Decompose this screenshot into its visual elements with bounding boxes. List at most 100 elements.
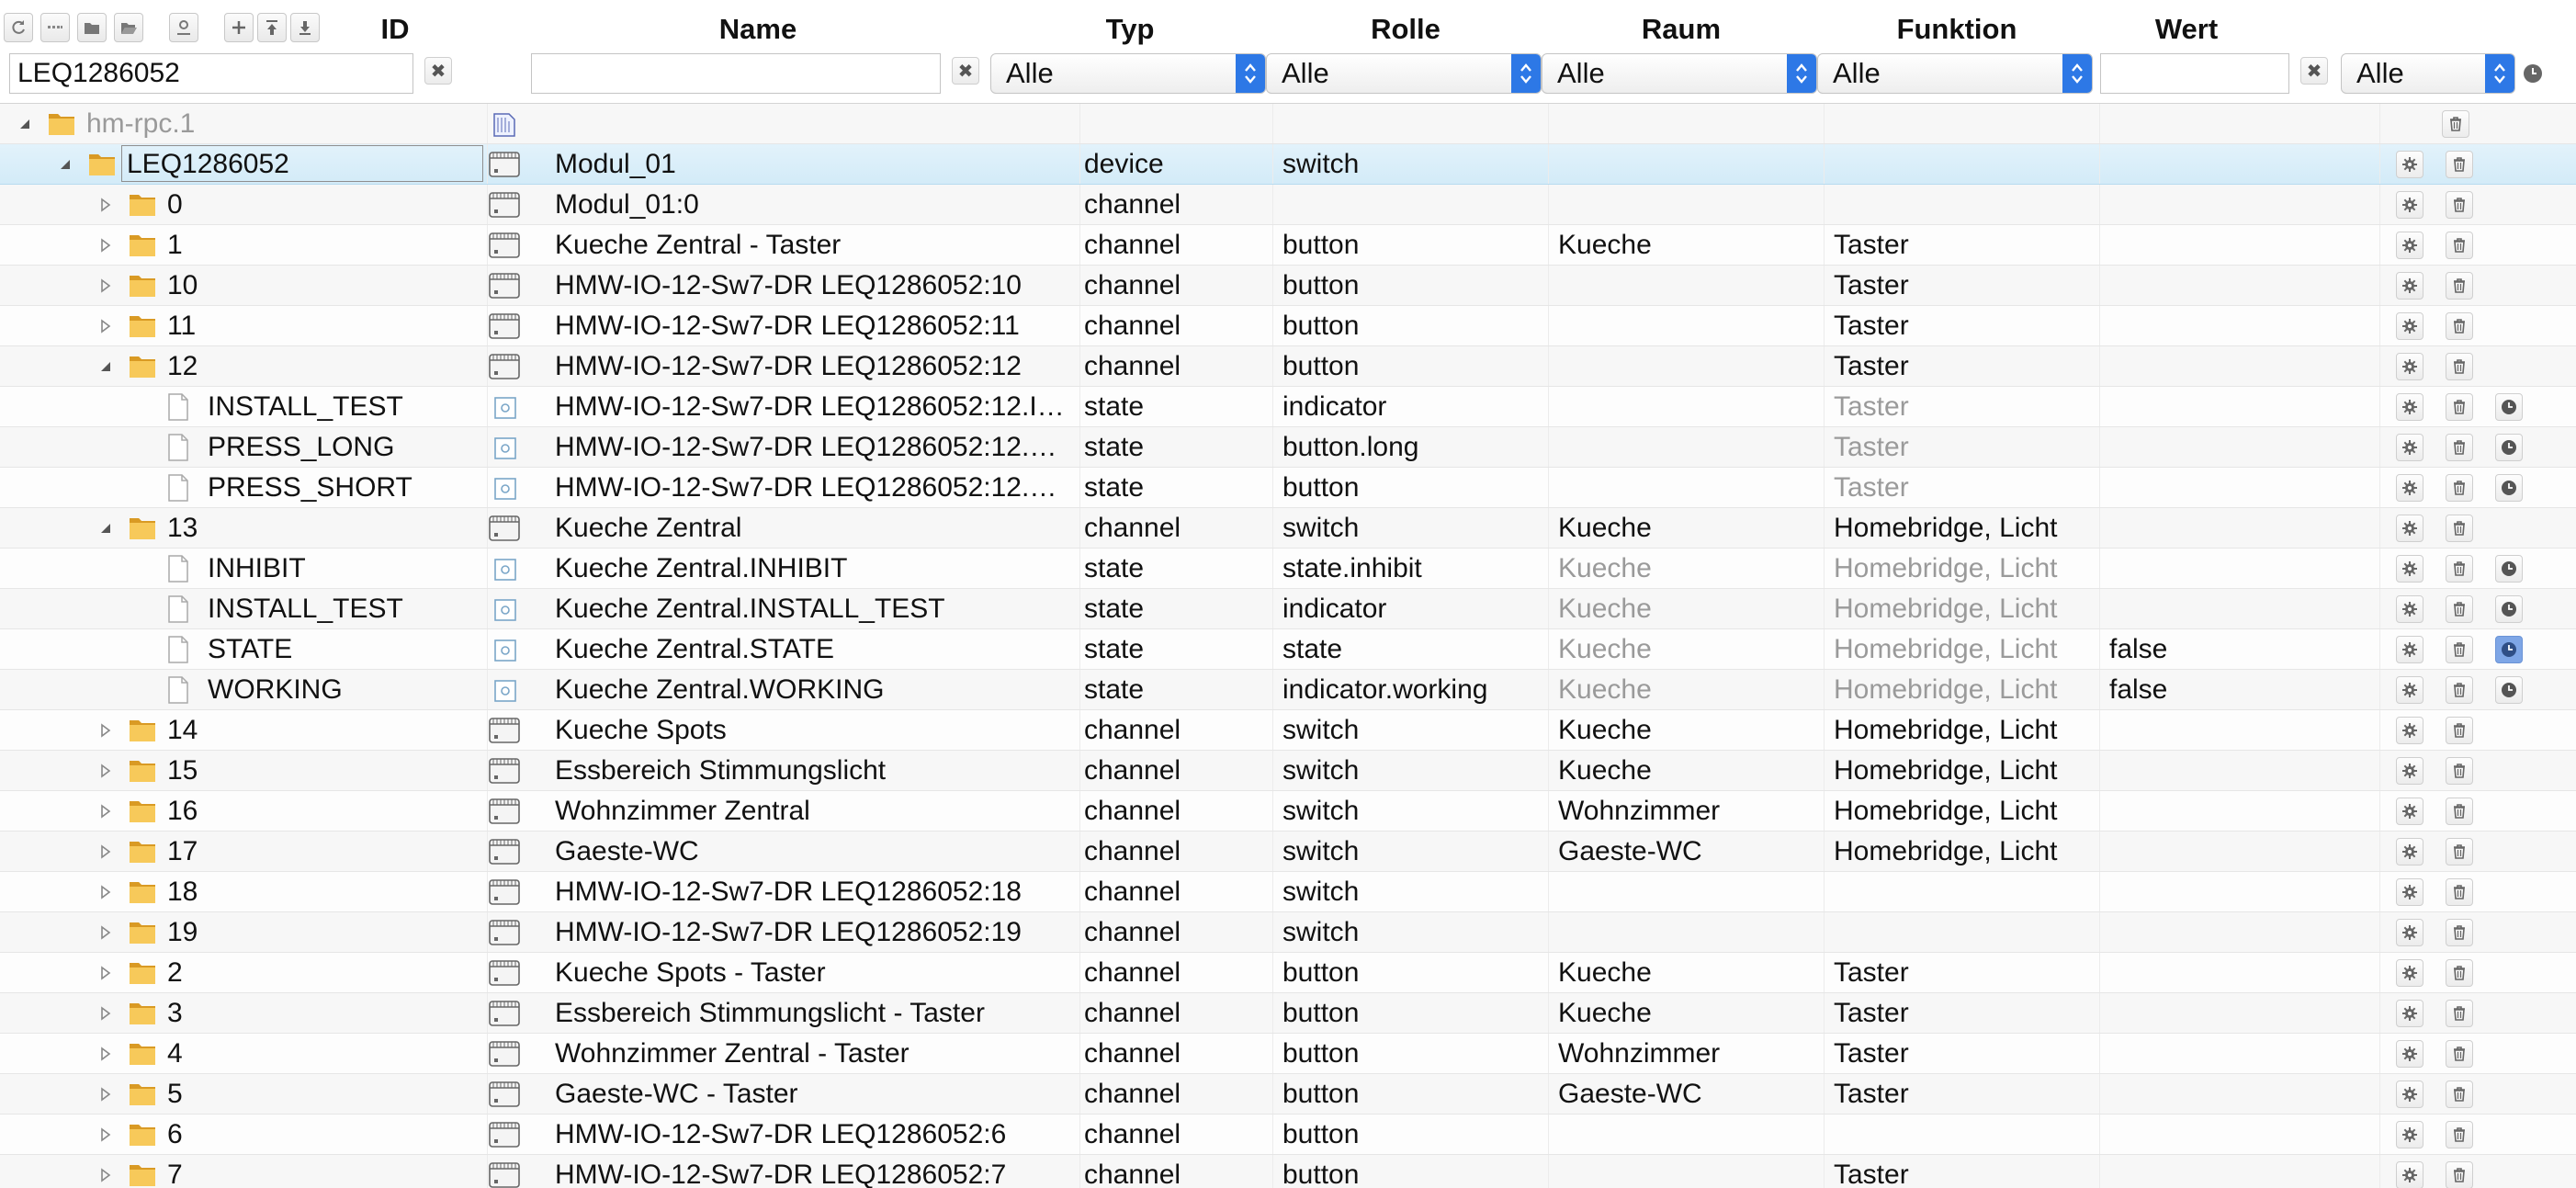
expand-toggle-icon[interactable] [97,317,114,335]
table-row[interactable]: 1 Kueche Zentral - Taster channel button Kue… [0,225,2576,266]
table-row[interactable]: 10 HMW-IO-12-Sw7-DR LEQ1286052:10 channel b… [0,266,2576,306]
trash-icon[interactable] [2446,595,2473,623]
expand-toggle-icon[interactable] [97,277,114,295]
table-row[interactable]: 7 HMW-IO-12-Sw7-DR LEQ1286052:7 channel but… [0,1155,2576,1188]
trash-icon[interactable] [2446,757,2473,785]
wert-filter-input[interactable] [2100,53,2289,94]
expand-toggle-icon[interactable] [97,236,114,255]
trash-icon[interactable] [2446,515,2473,542]
gear-icon[interactable] [2396,1081,2423,1108]
header-name[interactable]: Name [666,13,850,46]
table-row[interactable]: INHIBIT Kueche Zentral.INHIBIT state state.… [0,549,2576,589]
trash-icon[interactable] [2446,353,2473,380]
collapse-toggle-icon[interactable] [97,357,114,376]
gear-icon[interactable] [2396,555,2423,583]
user-icon[interactable] [169,13,198,42]
trash-icon[interactable] [2446,1040,2473,1068]
collapse-toggle-icon[interactable] [17,115,33,133]
list-icon[interactable] [40,13,70,42]
gear-icon[interactable] [2396,798,2423,825]
gear-icon[interactable] [2396,1161,2423,1188]
clock-icon[interactable] [2495,676,2523,704]
gear-icon[interactable] [2396,1040,2423,1068]
gear-icon[interactable] [2396,515,2423,542]
header-wert[interactable]: Wert [2095,13,2278,46]
header-id[interactable]: ID [331,13,459,46]
trash-icon[interactable] [2446,838,2473,866]
trash-icon[interactable] [2446,1121,2473,1148]
trash-icon[interactable] [2446,191,2473,219]
gear-icon[interactable] [2396,878,2423,906]
table-row[interactable]: 4 Wohnzimmer Zentral - Taster channel butto… [0,1034,2576,1074]
id-filter-input[interactable]: LEQ1286052 [9,53,413,94]
trash-icon[interactable] [2446,919,2473,946]
trash-icon[interactable] [2446,878,2473,906]
trash-icon[interactable] [2446,798,2473,825]
clock-icon[interactable] [2522,62,2544,85]
trash-icon[interactable] [2446,393,2473,421]
clock-icon[interactable] [2495,555,2523,583]
gear-icon[interactable] [2396,595,2423,623]
expand-toggle-icon[interactable] [97,196,114,214]
table-row[interactable]: 14 Kueche Spots channel switch Kueche Homebri… [0,710,2576,751]
table-row[interactable]: INSTALL_TEST Kueche Zentral.INSTALL_TEST s… [0,589,2576,629]
upload-icon[interactable] [257,13,287,42]
expand-toggle-icon[interactable] [97,1004,114,1023]
table-row[interactable]: 17 Gaeste-WC channel switch Gaeste-WC Homebri… [0,832,2576,872]
table-row[interactable]: 18 HMW-IO-12-Sw7-DR LEQ1286052:18 channel s… [0,872,2576,912]
header-funktion[interactable]: Funktion [1865,13,2049,46]
folder-open-icon[interactable] [114,13,143,42]
gear-icon[interactable] [2396,757,2423,785]
trash-icon[interactable] [2446,676,2473,704]
trash-icon[interactable] [2446,151,2473,178]
expand-toggle-icon[interactable] [97,923,114,942]
trash-icon[interactable] [2446,959,2473,987]
expand-toggle-icon[interactable] [97,762,114,780]
collapse-toggle-icon[interactable] [57,155,73,174]
gear-icon[interactable] [2396,636,2423,663]
header-raum[interactable]: Raum [1589,13,1773,46]
gear-icon[interactable] [2396,838,2423,866]
gear-icon[interactable] [2396,191,2423,219]
table-row[interactable]: 3 Essbereich Stimmungslicht - Taster chann… [0,993,2576,1034]
gear-icon[interactable] [2396,353,2423,380]
gear-icon[interactable] [2396,232,2423,259]
trash-icon[interactable] [2446,312,2473,340]
extra-filter-select[interactable]: Alle [2341,53,2515,94]
trash-icon[interactable] [2446,717,2473,744]
gear-icon[interactable] [2396,272,2423,300]
expand-toggle-icon[interactable] [97,883,114,901]
table-row[interactable]: 13 Kueche Zentral channel switch Kueche Homeb… [0,508,2576,549]
table-row[interactable]: 0 Modul_01:0 channel [0,185,2576,225]
trash-icon[interactable] [2446,1000,2473,1027]
table-row[interactable]: 15 Essbereich Stimmungslicht channel switch… [0,751,2576,791]
clock-icon[interactable] [2495,393,2523,421]
table-row[interactable]: LEQ1286052 Modul_01 device switch [0,144,2576,185]
collapse-toggle-icon[interactable] [97,519,114,537]
trash-icon[interactable] [2446,636,2473,663]
table-row[interactable]: PRESS_SHORT HMW-IO-12-Sw7-DR LEQ1286052:1… [0,468,2576,508]
refresh-icon[interactable] [4,13,33,42]
expand-toggle-icon[interactable] [97,843,114,861]
add-icon[interactable] [224,13,254,42]
trash-icon[interactable] [2446,1081,2473,1108]
table-row[interactable]: WORKING Kueche Zentral.WORKING state indica… [0,670,2576,710]
gear-icon[interactable] [2396,434,2423,461]
gear-icon[interactable] [2396,312,2423,340]
table-row[interactable]: 2 Kueche Spots - Taster channel button Kuech… [0,953,2576,993]
gear-icon[interactable] [2396,959,2423,987]
expand-toggle-icon[interactable] [97,721,114,740]
gear-icon[interactable] [2396,474,2423,502]
gear-icon[interactable] [2396,151,2423,178]
trash-icon[interactable] [2446,434,2473,461]
clock-icon[interactable] [2495,434,2523,461]
header-rolle[interactable]: Rolle [1314,13,1497,46]
trash-icon[interactable] [2446,272,2473,300]
table-row[interactable]: 5 Gaeste-WC - Taster channel button Gaeste-W… [0,1074,2576,1114]
expand-toggle-icon[interactable] [97,1045,114,1063]
table-row[interactable]: 16 Wohnzimmer Zentral channel switch Wohnzim… [0,791,2576,832]
gear-icon[interactable] [2396,393,2423,421]
table-row[interactable]: PRESS_LONG HMW-IO-12-Sw7-DR LEQ1286052:12… [0,427,2576,468]
clock-icon[interactable] [2495,636,2523,663]
expand-toggle-icon[interactable] [97,1166,114,1184]
